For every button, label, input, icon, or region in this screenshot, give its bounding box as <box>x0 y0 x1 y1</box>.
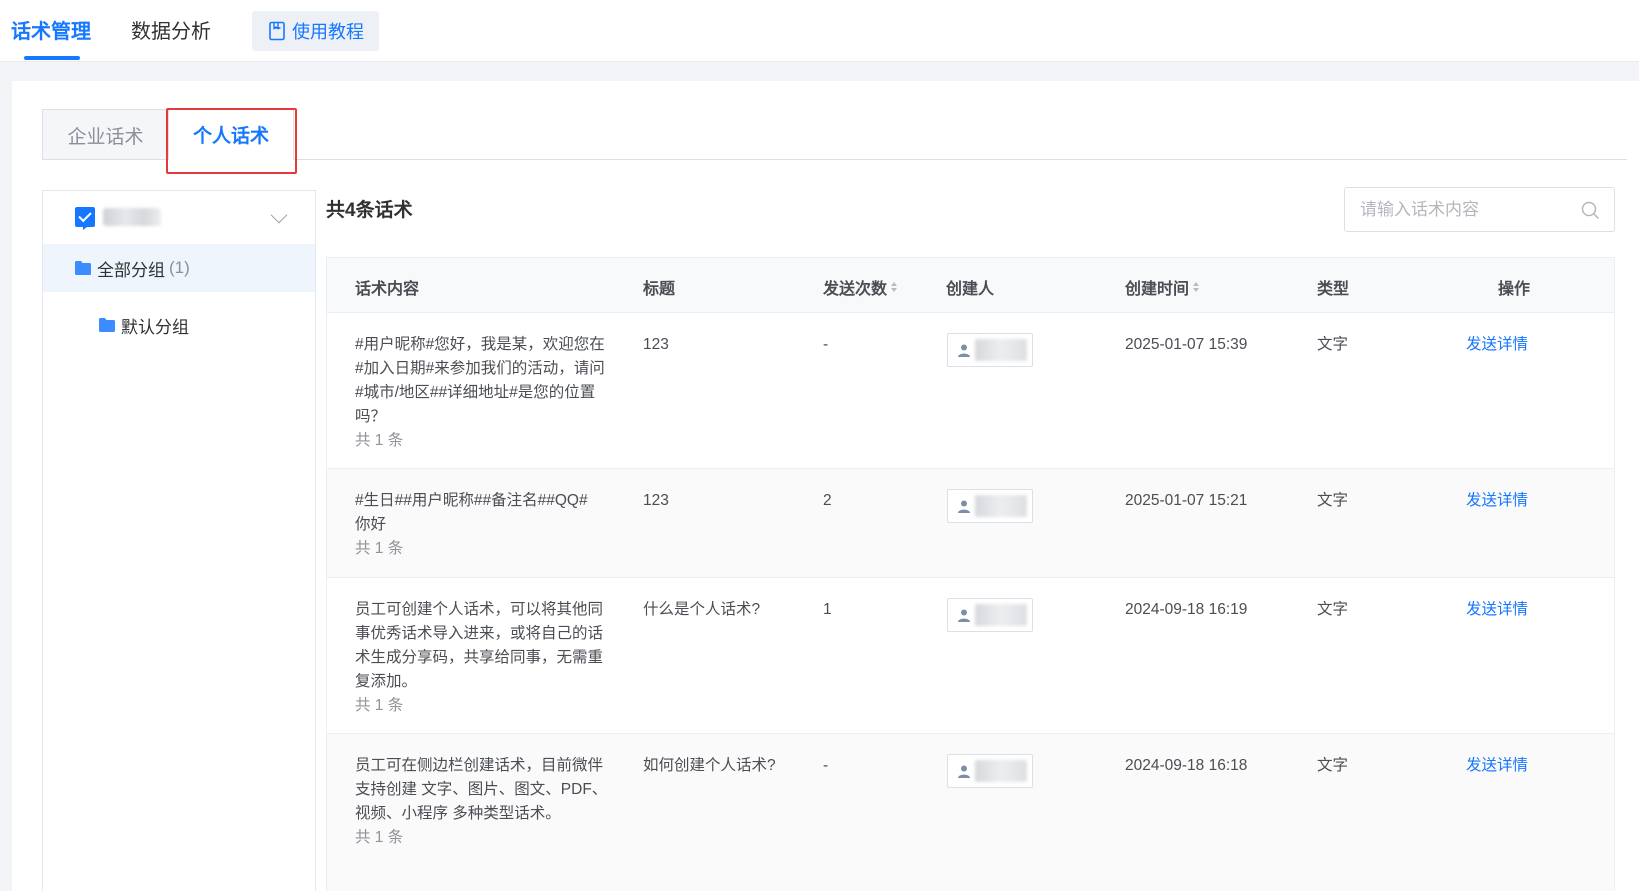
header-action: 操作 <box>1498 281 1531 298</box>
script-count-title: 共4条话术 <box>326 200 413 221</box>
content-line: #城市/地区##详细地址#是您的位置 <box>355 384 596 401</box>
content-count: 共 1 条 <box>355 432 404 449</box>
row-title: 如何创建个人话术? <box>643 757 776 774</box>
row-time: 2025-01-07 15:21 <box>1125 492 1248 509</box>
user-icon <box>958 344 970 357</box>
tab-personal-scripts[interactable]: 个人话术 <box>168 109 294 160</box>
group-panel: 全部分组 (1) 默认分组 <box>42 190 316 891</box>
sort-icon[interactable] <box>1193 282 1200 292</box>
group-item-default-label: 默认分组 <box>121 317 189 337</box>
header-content: 话术内容 <box>355 281 420 298</box>
document-icon <box>269 21 285 41</box>
user-icon <box>958 765 970 778</box>
tutorial-button[interactable]: 使用教程 <box>252 11 379 51</box>
content-line: #用户昵称#您好，我是某，欢迎您在 <box>355 336 605 353</box>
send-details-link[interactable]: 发送详情 <box>1466 754 1528 778</box>
content-line: 视频、小程序 多种类型话术。 <box>355 805 561 822</box>
row-type: 文字 <box>1317 601 1349 618</box>
group-item-all-count: (1) <box>169 258 190 277</box>
row-sends: - <box>823 336 829 353</box>
content-line: 员工可在侧边栏创建话术，目前微伴 <box>355 757 604 774</box>
table-row: 员工可在侧边栏创建话术，目前微伴 支持创建 文字、图片、图文、PDF、 视频、小… <box>327 734 1614 891</box>
row-title: 123 <box>643 492 669 509</box>
row-title: 什么是个人话术? <box>643 601 761 618</box>
search-input[interactable] <box>1360 199 1570 220</box>
creator-chip <box>947 489 1033 523</box>
blurred-creator-name <box>975 760 1027 782</box>
blurred-name <box>103 208 161 226</box>
header-sends[interactable]: 发送次数 <box>823 275 898 299</box>
folder-icon <box>99 318 115 332</box>
table-header: 话术内容 标题 发送次数 创建人 创建时间 类型 操作 <box>327 258 1614 313</box>
header-type: 类型 <box>1317 281 1350 298</box>
content-line: #加入日期#来参加我们的活动，请问 <box>355 360 605 377</box>
creator-chip <box>947 333 1033 367</box>
checkbox-tail <box>83 224 91 230</box>
row-sends: - <box>823 757 829 774</box>
content-line: 术生成分享码，共享给同事，无需重 <box>355 649 604 666</box>
tutorial-label: 使用教程 <box>292 22 364 42</box>
top-tab-data-analysis[interactable]: 数据分析 <box>131 18 211 46</box>
content-line: #生日##用户昵称##备注名##QQ# <box>355 492 588 509</box>
row-time: 2025-01-07 15:39 <box>1125 336 1248 353</box>
group-item-all-label: 全部分组 <box>97 260 165 280</box>
group-item-default[interactable]: 默认分组 <box>99 311 189 339</box>
content-line: 员工可创建个人话术，可以将其他同 <box>355 601 604 618</box>
active-tab-indicator <box>24 56 80 60</box>
row-content: 员工可创建个人话术，可以将其他同 事优秀话术导入进来，或将自己的话 术生成分享码… <box>355 598 617 718</box>
creator-chip <box>947 598 1033 632</box>
blurred-creator-name <box>975 339 1027 361</box>
header-title: 标题 <box>643 281 676 298</box>
table-row: 员工可创建个人话术，可以将其他同 事优秀话术导入进来，或将自己的话 术生成分享码… <box>327 578 1614 734</box>
creator-chip <box>947 754 1033 788</box>
content-line: 复添加。 <box>355 673 418 690</box>
content-count: 共 1 条 <box>355 697 404 714</box>
header-creator: 创建人 <box>946 281 995 298</box>
row-type: 文字 <box>1317 757 1349 774</box>
table-row: #用户昵称#您好，我是某，欢迎您在 #加入日期#来参加我们的活动，请问 #城市/… <box>327 313 1614 469</box>
content-line: 你好 <box>355 516 387 533</box>
scripts-table: 话术内容 标题 发送次数 创建人 创建时间 类型 操作 #用户昵称#您好，我是某… <box>326 257 1615 891</box>
content-line: 事优秀话术导入进来，或将自己的话 <box>355 625 604 642</box>
group-selector[interactable] <box>43 191 315 243</box>
header-sends-label: 发送次数 <box>823 281 888 298</box>
send-details-link[interactable]: 发送详情 <box>1466 489 1528 513</box>
row-sends: 1 <box>823 601 832 618</box>
row-time: 2024-09-18 16:19 <box>1125 601 1248 618</box>
row-sends: 2 <box>823 492 832 509</box>
chevron-down-icon[interactable] <box>270 206 288 224</box>
main-card: 企业话术 个人话术 全部分组 (1) 默认分组 共4条话术 请输入话术内容 话术… <box>12 81 1639 891</box>
row-title: 123 <box>643 336 669 353</box>
row-type: 文字 <box>1317 492 1349 509</box>
folder-icon <box>75 261 91 275</box>
search-icon[interactable] <box>1581 201 1600 220</box>
row-type: 文字 <box>1317 336 1349 353</box>
content-line: 支持创建 文字、图片、图文、PDF、 <box>355 781 608 798</box>
user-icon <box>958 609 970 622</box>
row-content: #生日##用户昵称##备注名##QQ# 你好 共 1 条 <box>355 489 617 561</box>
content-line: 吗？ <box>355 408 387 425</box>
send-details-link[interactable]: 发送详情 <box>1466 598 1528 622</box>
table-row: #生日##用户昵称##备注名##QQ# 你好 共 1 条 123 2 2025-… <box>327 469 1614 578</box>
blurred-creator-name <box>975 495 1027 517</box>
top-tab-script-management[interactable]: 话术管理 <box>11 18 91 46</box>
top-nav-bar: 话术管理 数据分析 使用教程 <box>0 0 1639 62</box>
blurred-creator-name <box>975 604 1027 626</box>
user-icon <box>958 500 970 513</box>
content-count: 共 1 条 <box>355 829 404 846</box>
search-box[interactable] <box>1344 187 1615 232</box>
sort-icon[interactable] <box>891 282 898 292</box>
header-time[interactable]: 创建时间 <box>1125 275 1200 299</box>
tab-enterprise-scripts[interactable]: 企业话术 <box>42 109 169 160</box>
send-details-link[interactable]: 发送详情 <box>1466 333 1528 357</box>
header-time-label: 创建时间 <box>1125 281 1190 298</box>
row-content: #用户昵称#您好，我是某，欢迎您在 #加入日期#来参加我们的活动，请问 #城市/… <box>355 333 617 453</box>
row-content: 员工可在侧边栏创建话术，目前微伴 支持创建 文字、图片、图文、PDF、 视频、小… <box>355 754 617 850</box>
row-time: 2024-09-18 16:18 <box>1125 757 1248 774</box>
group-item-all[interactable]: 全部分组 (1) <box>43 244 315 292</box>
content-count: 共 1 条 <box>355 540 404 557</box>
